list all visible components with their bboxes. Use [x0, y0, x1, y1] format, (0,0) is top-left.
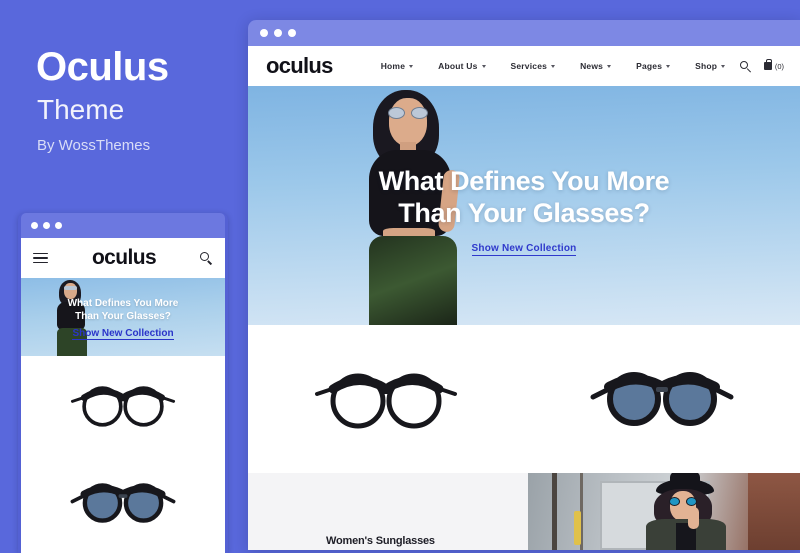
site-logo[interactable]: oculus — [266, 53, 333, 79]
hero-heading-line1: What Defines You More — [378, 166, 670, 196]
nav-label: Home — [380, 61, 406, 71]
nav-item-pages[interactable]: Pages — [636, 61, 671, 71]
product-card-clear-eyeglasses[interactable] — [248, 325, 524, 473]
desktop-window-titlebar — [248, 20, 800, 46]
nav-item-services[interactable]: Services — [511, 61, 556, 71]
minimize-dot[interactable] — [43, 222, 50, 229]
mobile-preview-window: oculus What Defines You More Than Your G… — [18, 213, 228, 553]
background-pole-1 — [552, 473, 557, 550]
nav-label: Pages — [636, 61, 663, 71]
model-sunglasses — [64, 286, 77, 290]
mobile-hero-section: What Defines You More Than Your Glasses?… — [21, 278, 225, 356]
category-text-panel: Women's Sunglasses — [248, 473, 528, 550]
mobile-site-header: oculus — [21, 238, 225, 278]
chevron-down-icon — [481, 64, 486, 68]
nav-label: About Us — [438, 61, 478, 71]
close-dot[interactable] — [260, 29, 268, 37]
nav-label: Services — [510, 61, 548, 71]
mobile-hero-content: What Defines You More Than Your Glasses?… — [21, 298, 225, 341]
nav-label: News — [580, 61, 604, 71]
product-card-blue-sunglasses[interactable] — [524, 325, 800, 473]
search-icon[interactable] — [199, 251, 213, 265]
category-image — [528, 473, 800, 550]
category-section: Women's Sunglasses — [248, 473, 800, 550]
nav-item-home[interactable]: Home — [380, 61, 414, 71]
search-icon-handle — [207, 259, 213, 265]
blue-tinted-sunglasses-icon — [70, 483, 176, 523]
blue-tinted-sunglasses-icon — [590, 372, 734, 426]
model-hand — [688, 507, 699, 529]
header-actions: (0) — [739, 59, 784, 72]
page-title: Oculus — [36, 45, 169, 89]
chevron-down-icon — [666, 64, 671, 68]
main-navigation: Home About Us Services News Pages Shop — [381, 61, 740, 71]
cart-button[interactable]: (0) — [763, 59, 784, 71]
nav-label: Shop — [695, 61, 718, 71]
clear-eyeglasses-icon — [70, 386, 176, 427]
mobile-product-showcase — [21, 356, 225, 552]
chevron-down-icon — [607, 64, 612, 68]
mobile-window-titlebar — [21, 213, 225, 238]
mobile-product-card-blue-sunglasses[interactable] — [21, 454, 225, 552]
chevron-down-icon — [409, 64, 414, 68]
search-icon-handle — [746, 67, 751, 72]
search-icon-ring — [199, 251, 209, 261]
desktop-preview-window: oculus Home About Us Services News Pages — [248, 20, 800, 550]
model-face — [389, 98, 427, 146]
cart-count: (0) — [774, 61, 784, 71]
mobile-viewport: oculus What Defines You More Than Your G… — [21, 238, 225, 553]
category-model-image — [628, 473, 748, 550]
author-byline: By WossThemes — [37, 137, 151, 154]
hero-cta-link[interactable]: Show New Collection — [471, 243, 577, 257]
maximize-dot[interactable] — [55, 222, 62, 229]
clear-eyeglasses-icon — [315, 373, 457, 429]
model-sunglasses — [388, 107, 428, 119]
close-dot[interactable] — [31, 222, 38, 229]
hamburger-menu-icon[interactable] — [33, 252, 48, 264]
category-title: Women's Sunglasses — [326, 535, 435, 547]
chevron-down-icon — [551, 64, 556, 68]
hero-section: What Defines You More Than Your Glasses?… — [248, 86, 800, 325]
background-yellow-post — [574, 511, 581, 545]
nav-item-about-us[interactable]: About Us — [438, 61, 486, 71]
model-blue-sunglasses — [669, 497, 697, 506]
maximize-dot[interactable] — [288, 29, 296, 37]
nav-item-shop[interactable]: Shop — [695, 61, 726, 71]
page-subtitle: Theme — [37, 94, 125, 125]
background-brick-wall — [748, 473, 800, 550]
search-icon[interactable] — [739, 60, 751, 72]
mobile-product-card-clear-eyeglasses[interactable] — [21, 356, 225, 454]
shopping-bag-icon — [763, 59, 772, 70]
nav-item-news[interactable]: News — [580, 61, 612, 71]
mobile-hero-heading-line1: What Defines You More — [67, 298, 179, 309]
hero-heading-line2: Than Your Glasses? — [398, 197, 650, 228]
site-header: oculus Home About Us Services News Pages — [248, 46, 800, 86]
mobile-hero-heading-line2: Than Your Glasses? — [75, 310, 171, 322]
mobile-site-logo[interactable]: oculus — [92, 246, 157, 270]
mobile-hero-cta-link[interactable]: Show New Collection — [72, 328, 174, 340]
hero-content: What Defines You More Than Your Glasses?… — [248, 166, 800, 257]
minimize-dot[interactable] — [274, 29, 282, 37]
product-showcase — [248, 325, 800, 473]
chevron-down-icon — [721, 64, 726, 68]
